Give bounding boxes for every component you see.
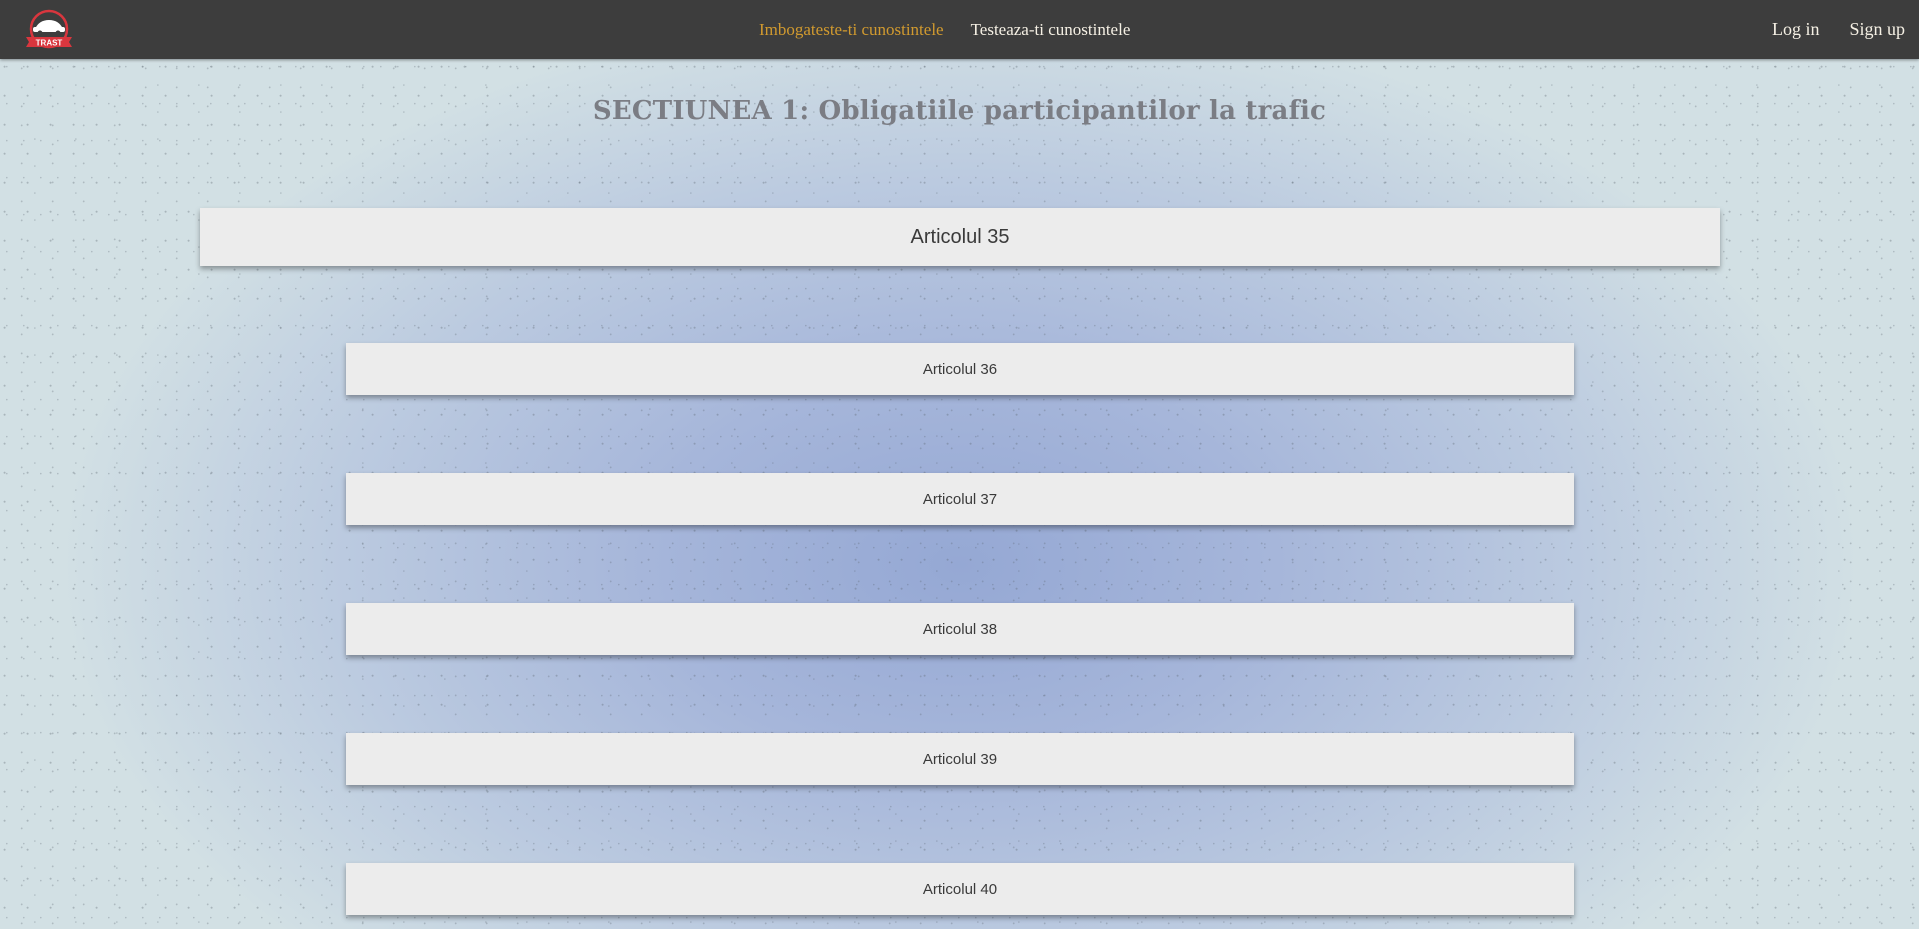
article-card-37[interactable]: Articolul 37	[346, 473, 1574, 525]
article-card-39[interactable]: Articolul 39	[346, 733, 1574, 785]
nav-link-testeaza[interactable]: Testeaza-ti cunostintele	[971, 20, 1131, 40]
svg-text:TRAST: TRAST	[36, 39, 63, 48]
trast-logo[interactable]: TRAST	[22, 7, 76, 51]
background-texture	[0, 0, 1919, 929]
nav-link-imbogateste[interactable]: Imbogateste-ti cunostintele	[759, 20, 944, 40]
article-card-35[interactable]: Articolul 35	[200, 208, 1720, 266]
article-card-40[interactable]: Articolul 40	[346, 863, 1574, 915]
article-card-36[interactable]: Articolul 36	[346, 343, 1574, 395]
auth-nav: Log in Sign up	[1772, 0, 1905, 59]
article-card-38[interactable]: Articolul 38	[346, 603, 1574, 655]
section-title: SECTIUNEA 1: Obligatiile participantilor…	[592, 96, 1327, 126]
main-nav: Imbogateste-ti cunostintele Testeaza-ti …	[759, 0, 1130, 59]
login-link[interactable]: Log in	[1772, 19, 1820, 40]
signup-link[interactable]: Sign up	[1849, 19, 1905, 40]
top-navbar: TRAST Imbogateste-ti cunostintele Testea…	[0, 0, 1919, 59]
